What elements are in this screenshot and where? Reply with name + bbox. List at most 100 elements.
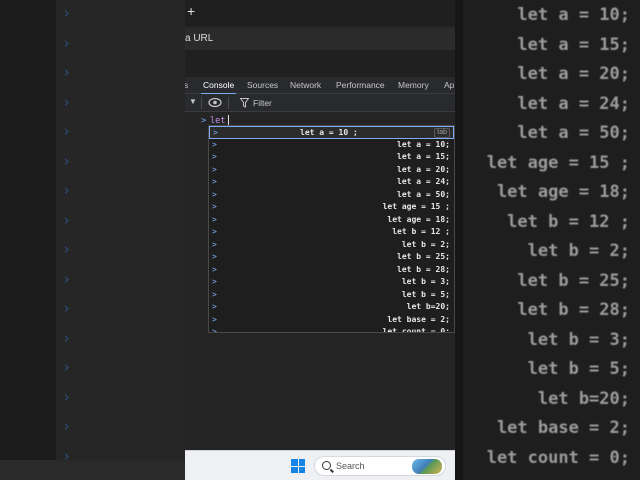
background-code-line: let b = 5; xyxy=(527,359,630,379)
toolbar-divider xyxy=(201,97,202,109)
autocomplete-item-selected[interactable]: > let a = 10 ; tab xyxy=(209,126,454,139)
background-code-line: let a = 10; xyxy=(517,5,630,25)
background-code-line: let age = 15 ; xyxy=(486,152,630,173)
background-left-bottom xyxy=(0,460,185,480)
autocomplete-item-text: let a = 10; xyxy=(397,139,450,149)
background-code-line: let b = 25; xyxy=(517,270,630,291)
background-chevron-icon: › xyxy=(62,33,72,52)
autocomplete-item[interactable]: > let count = 0; xyxy=(209,326,454,333)
autocomplete-item-text: let b = 25; xyxy=(397,252,450,261)
chevron-right-icon: > xyxy=(212,264,217,274)
autocomplete-item[interactable]: > let a = 24; xyxy=(209,176,454,189)
autocomplete-item[interactable]: > let a = 20; xyxy=(209,164,454,177)
background-chevron-icon: › xyxy=(62,122,72,140)
chevron-right-icon: > xyxy=(212,139,217,149)
search-icon xyxy=(322,461,331,470)
taskbar-search[interactable]: Search xyxy=(314,456,446,476)
console-prompt: > xyxy=(201,116,207,126)
autocomplete-item[interactable]: > let a = 15; xyxy=(209,151,454,164)
autocomplete-item[interactable]: > let age = 18; xyxy=(209,214,454,227)
background-right: let a = 10; let a = 15; let a = 20; let a =… xyxy=(455,0,640,480)
screen: › › › › › › › › › › › › › › › › let a = 10; let a = 15; l… xyxy=(0,0,640,480)
tab-sources[interactable]: Sources xyxy=(247,80,278,90)
autocomplete-item-text: let b=20; xyxy=(406,302,450,311)
search-highlight-image xyxy=(412,459,442,474)
chevron-right-icon: > xyxy=(212,314,217,324)
autocomplete-item-text: let a = 24; xyxy=(397,177,450,186)
autocomplete-item[interactable]: > let b = 3; xyxy=(209,276,454,289)
autocomplete-item[interactable]: > let base = 2; xyxy=(209,314,454,327)
filter-icon[interactable] xyxy=(240,98,249,108)
autocomplete-item-text: let b = 3; xyxy=(401,277,450,286)
devtools-tab-bar: s Console Sources Network Performance Me… xyxy=(185,77,455,95)
autocomplete-item[interactable]: > let age = 15 ; xyxy=(209,201,454,214)
address-bar[interactable]: a URL xyxy=(185,28,455,50)
eye-icon[interactable] xyxy=(208,97,222,108)
background-chevron-icon: › xyxy=(62,63,72,81)
tab-console[interactable]: Console xyxy=(200,80,237,95)
chevron-right-icon: > xyxy=(212,327,217,333)
tab-elements-partial[interactable]: s xyxy=(185,80,188,90)
chevron-right-icon: > xyxy=(212,277,217,286)
background-code-line: let b = 28; xyxy=(517,300,630,320)
chevron-right-icon: > xyxy=(212,252,217,261)
chevron-right-icon: > xyxy=(212,152,217,161)
autocomplete-item[interactable]: > let b = 28; xyxy=(209,264,454,277)
chevron-right-icon: > xyxy=(213,128,218,137)
page-area xyxy=(185,50,455,77)
toolbar-divider xyxy=(228,97,229,109)
background-chevron-icon: › xyxy=(62,92,72,111)
background-code-line: let a = 50; xyxy=(517,123,630,143)
chevron-right-icon: > xyxy=(212,164,217,174)
background-code-line: let age = 18; xyxy=(496,182,630,202)
autocomplete-item[interactable]: > let b = 12 ; xyxy=(209,226,454,239)
autocomplete-item[interactable]: > let a = 50; xyxy=(209,189,454,202)
background-code-line: let a = 24; xyxy=(517,93,630,114)
background-chevron-icon: › xyxy=(62,328,72,347)
autocomplete-dropdown: > let a = 10 ; tab > let a = 10; > let a = 15;… xyxy=(208,125,455,333)
tab-network[interactable]: Network xyxy=(290,80,321,90)
autocomplete-item-text: let b = 12 ; xyxy=(392,227,450,236)
background-code-line: let base = 2; xyxy=(496,418,630,438)
background-code-line: let count = 0; xyxy=(486,447,630,468)
autocomplete-item-text: let count = 0; xyxy=(382,327,450,333)
autocomplete-item[interactable]: > let a = 10; xyxy=(209,139,454,152)
search-label: Search xyxy=(336,461,365,471)
chevron-right-icon: > xyxy=(212,189,217,199)
background-code-line: let b = 2; xyxy=(527,241,630,261)
background-left: › › › › › › › › › › › › › › › › xyxy=(0,0,185,480)
context-dropdown-arrow-icon[interactable]: ▼ xyxy=(189,97,197,106)
browser-window: + a URL s Console Sources Network Perfor… xyxy=(185,0,455,480)
background-code-line: let b = 3; xyxy=(527,329,630,350)
autocomplete-item[interactable]: > let b=20; xyxy=(209,301,454,314)
autocomplete-item[interactable]: > let b = 25; xyxy=(209,251,454,264)
autocomplete-item-text: let a = 10 ; xyxy=(300,128,358,137)
chevron-right-icon: > xyxy=(212,227,217,236)
autocomplete-item[interactable]: > let b = 2; xyxy=(209,239,454,252)
background-chevron-icon: › xyxy=(62,417,72,435)
autocomplete-item-text: let a = 50; xyxy=(397,189,450,199)
chevron-right-icon: > xyxy=(212,202,217,211)
autocomplete-item[interactable]: > let b = 5; xyxy=(209,289,454,302)
background-code-line: let a = 20; xyxy=(517,64,630,84)
background-chevron-icon: › xyxy=(62,181,72,199)
background-code-line: let b = 12 ; xyxy=(507,211,630,232)
autocomplete-item-text: let b = 5; xyxy=(401,289,450,299)
background-chevron-icon: › xyxy=(62,210,72,229)
taskbar: Search xyxy=(185,450,455,480)
background-code-line: let b=20; xyxy=(537,388,630,409)
background-chevron-icon: › xyxy=(62,358,72,376)
autocomplete-item-text: let b = 2; xyxy=(401,239,450,249)
windows-start-icon[interactable] xyxy=(291,459,305,473)
browser-tab-bar: + xyxy=(185,0,455,26)
background-chevron-icon: › xyxy=(62,269,72,288)
address-bar-placeholder: a URL xyxy=(185,33,214,44)
new-tab-button[interactable]: + xyxy=(187,3,195,19)
chevron-right-icon: > xyxy=(212,177,217,186)
tab-application-partial[interactable]: Ap xyxy=(444,80,454,90)
chevron-right-icon: > xyxy=(212,302,217,311)
tab-memory[interactable]: Memory xyxy=(398,80,429,90)
tab-performance[interactable]: Performance xyxy=(336,80,385,90)
background-right-divider xyxy=(455,0,463,480)
filter-input[interactable]: Filter xyxy=(253,98,272,108)
